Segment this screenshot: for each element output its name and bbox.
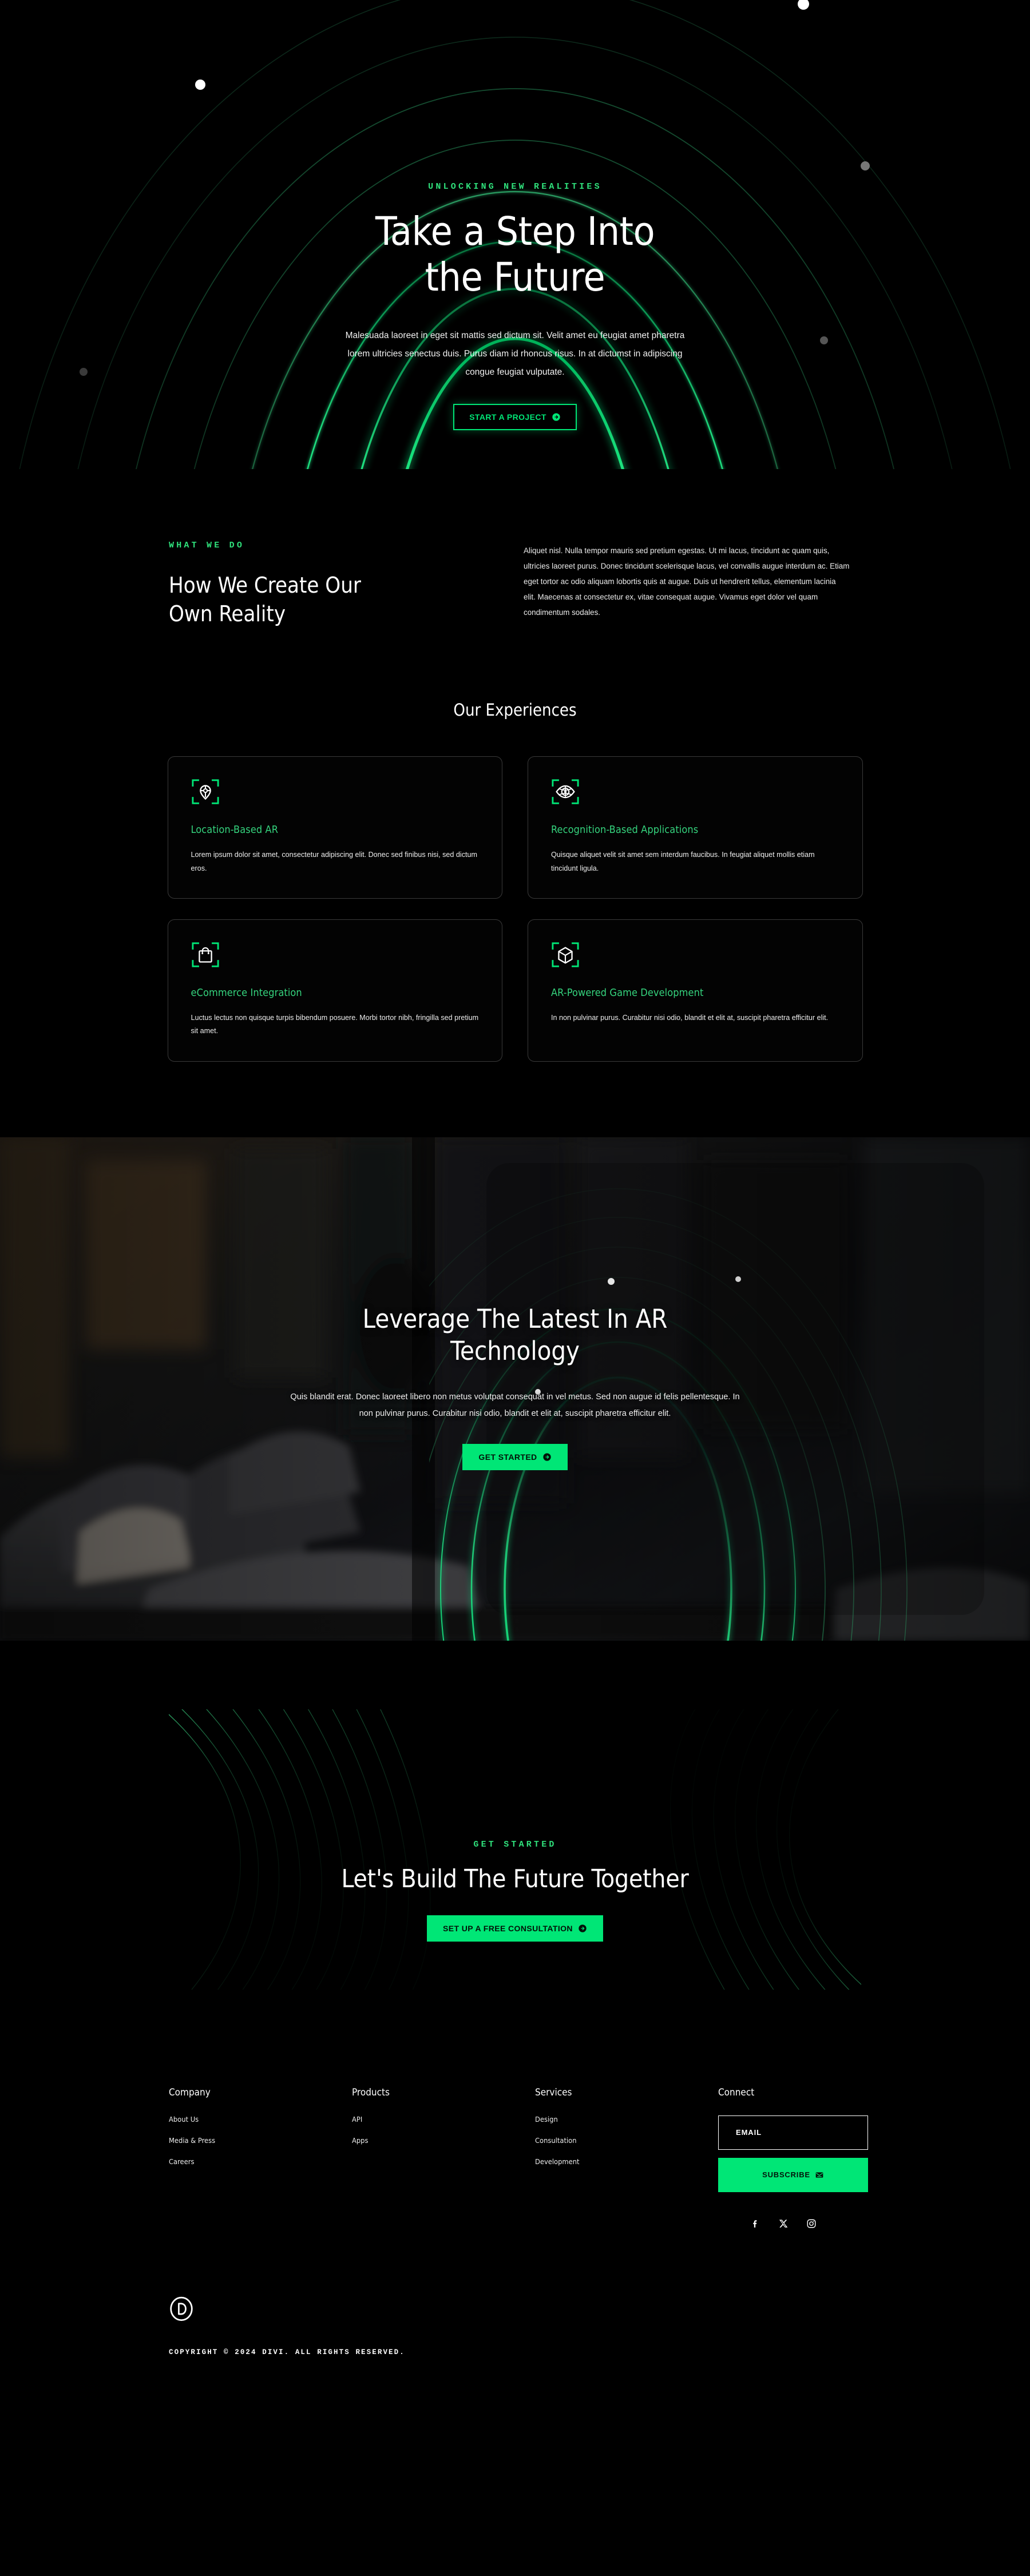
ar-title-line-2: Technology [450, 1335, 580, 1366]
facebook-icon[interactable] [750, 2218, 760, 2229]
footer-heading: Connect [718, 2086, 755, 2098]
what-we-do-left: WHAT WE DO How We Create Our Own Reality [169, 541, 524, 628]
ar-technology-paragraph: Quis blandit erat. Donec laoreet libero … [290, 1392, 740, 1419]
arrow-circle-right-icon [579, 1924, 587, 1932]
experience-card-text: Luctus lectus non quisque turpis bibendu… [191, 1013, 479, 1035]
arrow-circle-right-icon [542, 1453, 551, 1462]
footer-column-products: Products API Apps [352, 2087, 535, 2229]
envelope-icon [815, 2172, 823, 2178]
footer-bottom: COPYRIGHT © 2024 DIVI. ALL RIGHTS RESERV… [169, 2296, 861, 2356]
experiences-section: Our Experiences Location-Based AR Lorem … [0, 628, 1030, 1137]
experience-card-title: eCommerce Integration [191, 986, 302, 999]
set-up-consultation-button[interactable]: SET UP A FREE CONSULTATION [427, 1915, 603, 1942]
footer-link-about-us[interactable]: About Us [169, 2115, 352, 2124]
cta-section: GET STARTED Let's Build The Future Toget… [169, 1709, 861, 1990]
footer-heading: Company [169, 2086, 211, 2098]
subscribe-button[interactable]: SUBSCRIBE [718, 2157, 868, 2192]
what-we-do-right: Aliquet nisl. Nulla tempor mauris sed pr… [524, 541, 850, 628]
experience-card-text: Quisque aliquet velit sit amet sem inter… [551, 851, 815, 872]
what-we-do-heading-line-2: Own Reality [169, 601, 286, 627]
footer-link-media-press[interactable]: Media & Press [169, 2137, 352, 2145]
ar-technology-title: Leverage The Latest In AR Technology [0, 1303, 1030, 1368]
location-pin-scan-icon [191, 779, 219, 804]
ar-technology-section: Leverage The Latest In AR Technology Qui… [0, 1137, 1030, 1641]
social-links [718, 2218, 870, 2229]
footer-link-apps[interactable]: Apps [352, 2137, 535, 2145]
cta-section-wrapper: GET STARTED Let's Build The Future Toget… [0, 1640, 1030, 2087]
experience-card[interactable]: eCommerce Integration Luctus lectus non … [167, 919, 502, 1062]
experience-card-grid: Location-Based AR Lorem ipsum dolor sit … [167, 756, 863, 1062]
what-we-do-section: WHAT WE DO How We Create Our Own Reality… [0, 469, 1030, 629]
footer-heading: Services [535, 2086, 572, 2098]
footer-link-design[interactable]: Design [535, 2115, 718, 2124]
site-footer: Company About Us Media & Press Careers P… [0, 2086, 1030, 2419]
experience-card[interactable]: Recognition-Based Applications Quisque a… [528, 756, 863, 899]
start-a-project-button[interactable]: START A PROJECT [453, 404, 577, 431]
set-up-consultation-label: SET UP A FREE CONSULTATION [443, 1923, 573, 1933]
footer-link-careers[interactable]: Careers [169, 2158, 352, 2166]
shopping-bag-scan-icon [191, 942, 219, 967]
cube-scan-icon [552, 942, 579, 967]
email-input[interactable] [718, 2115, 868, 2150]
get-started-button[interactable]: GET STARTED [462, 1444, 568, 1471]
what-we-do-heading-line-1: How We Create Our [169, 573, 361, 598]
get-started-label: GET STARTED [478, 1452, 537, 1462]
experience-card-title: AR-Powered Game Development [551, 986, 704, 999]
x-twitter-icon[interactable] [778, 2218, 789, 2229]
instagram-icon[interactable] [806, 2218, 817, 2229]
eye-scan-icon [552, 779, 579, 804]
experience-card-text: In non pulvinar purus. Curabitur nisi od… [551, 1013, 829, 1022]
footer-column-company: Company About Us Media & Press Careers [169, 2087, 352, 2229]
experience-card-text: Lorem ipsum dolor sit amet, consectetur … [191, 851, 478, 872]
experience-card[interactable]: Location-Based AR Lorem ipsum dolor sit … [167, 756, 502, 899]
divi-d-logo[interactable] [169, 2296, 194, 2321]
what-we-do-eyebrow: WHAT WE DO [169, 541, 245, 550]
what-we-do-heading: How We Create Our Own Reality [169, 571, 524, 628]
footer-link-api[interactable]: API [352, 2115, 535, 2124]
footer-link-consultation[interactable]: Consultation [535, 2137, 718, 2145]
hero-paragraph: Malesuada laoreet in eget sit mattis sed… [345, 331, 685, 377]
footer-link-development[interactable]: Development [535, 2158, 718, 2166]
experience-card-title: Recognition-Based Applications [551, 824, 699, 836]
footer-column-services: Services Design Consultation Development [535, 2087, 718, 2229]
experience-card[interactable]: AR-Powered Game Development In non pulvi… [528, 919, 863, 1062]
footer-heading: Products [352, 2086, 390, 2098]
cta-eyebrow: GET STARTED [473, 1839, 557, 1849]
cta-heading: Let's Build The Future Together [341, 1864, 689, 1894]
arrow-circle-right-icon [552, 413, 560, 422]
footer-column-connect: Connect SUBSCRIBE [718, 2087, 870, 2229]
page-title: Take a Step Into the Future [0, 209, 1030, 300]
copyright-text: COPYRIGHT © 2024 DIVI. ALL RIGHTS RESERV… [169, 2348, 405, 2356]
what-we-do-paragraph: Aliquet nisl. Nulla tempor mauris sed pr… [524, 546, 850, 617]
subscribe-label: SUBSCRIBE [762, 2170, 810, 2179]
hero-title-line-1: Take a Step Into [375, 209, 655, 255]
experience-card-title: Location-Based AR [191, 824, 279, 836]
hero-section: UNLOCKING NEW REALITIES Take a Step Into… [0, 0, 1030, 469]
experiences-title: Our Experiences [453, 700, 577, 720]
ar-title-line-1: Leverage The Latest In AR [362, 1303, 668, 1334]
hero-eyebrow: UNLOCKING NEW REALITIES [428, 182, 602, 192]
start-a-project-label: START A PROJECT [469, 412, 546, 422]
hero-title-line-2: the Future [425, 255, 605, 301]
